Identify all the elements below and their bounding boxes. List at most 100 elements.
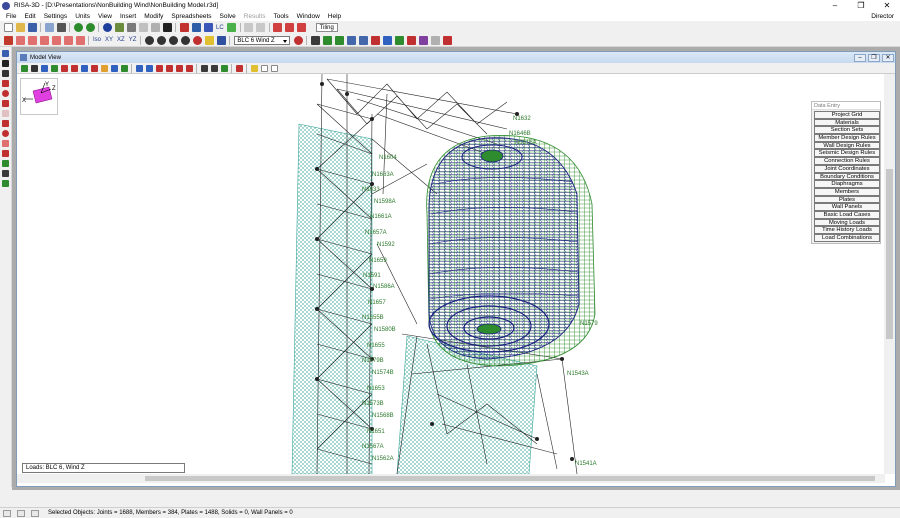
- zoom-out-icon[interactable]: [156, 35, 166, 45]
- model-icon[interactable]: [114, 23, 124, 32]
- member-view-icon[interactable]: [216, 35, 226, 45]
- status-button-1[interactable]: [3, 509, 11, 517]
- pencil-icon[interactable]: [430, 35, 440, 45]
- snap-icon[interactable]: [39, 35, 49, 45]
- data-entry-diaphragms[interactable]: Diaphragms: [814, 180, 880, 188]
- data-entry-joint-coordinates[interactable]: Joint Coordinates: [814, 164, 880, 173]
- open-file-icon[interactable]: [15, 23, 25, 32]
- child-minimize-button[interactable]: –: [854, 53, 866, 62]
- delete-icon[interactable]: [235, 64, 243, 72]
- draw-members-icon[interactable]: [30, 64, 38, 72]
- redraw-icon[interactable]: [3, 35, 13, 45]
- horizontal-scrollbar[interactable]: [17, 474, 885, 483]
- window-icon-2[interactable]: [256, 23, 266, 32]
- member-force-icon[interactable]: [310, 35, 320, 45]
- data-entry-materials[interactable]: Materials: [814, 118, 880, 127]
- menu-user-director[interactable]: Director: [867, 13, 900, 20]
- section-icon[interactable]: [2, 170, 9, 177]
- blank-view-icon[interactable]: [260, 64, 268, 72]
- distributed-load-icon[interactable]: [382, 35, 392, 45]
- draw-walls-icon[interactable]: [50, 64, 58, 72]
- copy-tool-icon[interactable]: [120, 64, 128, 72]
- status-button-2[interactable]: [17, 509, 25, 517]
- invert-select-icon[interactable]: [185, 64, 193, 72]
- menu-units[interactable]: Units: [71, 13, 94, 20]
- joint-load-icon[interactable]: [70, 64, 78, 72]
- view-xz-button[interactable]: XZ: [117, 37, 125, 43]
- data-entry-wall-panels[interactable]: Wall Panels: [814, 203, 880, 211]
- equals-icon[interactable]: [227, 23, 237, 32]
- data-entry-project-grid[interactable]: Project Grid: [814, 111, 880, 119]
- window-icon[interactable]: [244, 23, 254, 32]
- menu-view[interactable]: View: [94, 13, 116, 20]
- plate-icon[interactable]: [204, 35, 214, 45]
- diaphragm-icon[interactable]: [2, 180, 9, 187]
- report-icon-3[interactable]: [297, 23, 307, 32]
- menu-insert[interactable]: Insert: [116, 13, 140, 20]
- child-restore-button[interactable]: ❐: [868, 53, 880, 62]
- render-icon[interactable]: [75, 35, 85, 45]
- data-entry-boundary-conditions[interactable]: Boundary Conditions: [814, 172, 880, 181]
- zoom-full-icon[interactable]: [180, 35, 190, 45]
- save-selection-icon[interactable]: [220, 64, 228, 72]
- menu-help[interactable]: Help: [324, 13, 345, 20]
- member-left-icon[interactable]: [2, 100, 9, 107]
- status-button-3[interactable]: [31, 509, 39, 517]
- window-list-icon[interactable]: [2, 50, 9, 57]
- solve-icon[interactable]: [179, 23, 189, 32]
- zoom-in-icon[interactable]: [144, 35, 154, 45]
- clone-icon[interactable]: [15, 35, 25, 45]
- rotate-icon[interactable]: [27, 35, 37, 45]
- box-select-icon[interactable]: [155, 64, 163, 72]
- lc-icon[interactable]: [203, 23, 213, 32]
- wall-icon[interactable]: [2, 150, 9, 157]
- data-entry-seismic-design-rules[interactable]: Seismic Design Rules: [814, 149, 880, 158]
- move-icon[interactable]: [110, 64, 118, 72]
- boundary-left-icon[interactable]: [2, 90, 9, 97]
- select-icon[interactable]: [2, 70, 9, 77]
- report-icon[interactable]: [273, 23, 283, 32]
- plot-options-icon[interactable]: [250, 64, 258, 72]
- view-iso-button[interactable]: Iso: [93, 37, 101, 43]
- menu-edit[interactable]: Edit: [20, 13, 39, 20]
- lock-icon[interactable]: [210, 64, 218, 72]
- joint-icon[interactable]: [2, 80, 9, 87]
- moment-icon[interactable]: [358, 35, 368, 45]
- data-entry-time-history-loads[interactable]: Time History Loads: [814, 226, 880, 234]
- tiling-button[interactable]: Tiling: [315, 23, 338, 32]
- area-load-icon[interactable]: [394, 35, 404, 45]
- redo-icon[interactable]: [85, 23, 95, 32]
- load-combo-select[interactable]: BLC 6 Wind Z: [234, 35, 291, 45]
- data-entry-connection-rules[interactable]: Connection Rules: [814, 157, 880, 165]
- select-all-icon[interactable]: [135, 64, 143, 72]
- undo-icon[interactable]: [73, 23, 83, 32]
- draw-plates-icon[interactable]: [40, 64, 48, 72]
- child-close-button[interactable]: ✕: [882, 53, 894, 62]
- load-left-icon[interactable]: [2, 160, 9, 167]
- menu-file[interactable]: File: [2, 13, 20, 20]
- deflection-icon[interactable]: [293, 35, 303, 45]
- copy-icon[interactable]: [44, 23, 54, 32]
- member-icon[interactable]: [191, 23, 201, 32]
- flag-icon[interactable]: [442, 35, 452, 45]
- save-file-icon[interactable]: [27, 23, 37, 32]
- grid-icon[interactable]: [126, 23, 136, 32]
- arrow-load-icon[interactable]: [370, 35, 380, 45]
- menu-tools[interactable]: Tools: [269, 13, 292, 20]
- graphic-editing-icon[interactable]: [20, 64, 28, 72]
- data-entry-members[interactable]: Members: [814, 187, 880, 196]
- menu-modify[interactable]: Modify: [140, 13, 167, 20]
- globe-icon[interactable]: [102, 23, 112, 32]
- data-entry-plates[interactable]: Plates: [814, 195, 880, 204]
- data-entry-section-sets[interactable]: Section Sets: [814, 126, 880, 135]
- vertical-scroll-thumb[interactable]: [886, 169, 893, 339]
- spring-icon[interactable]: [322, 35, 332, 45]
- surface-load-icon[interactable]: [100, 64, 108, 72]
- menu-solve[interactable]: Solve: [216, 13, 240, 20]
- unselect-all-icon[interactable]: [145, 64, 153, 72]
- zoom-prev-icon[interactable]: [51, 35, 61, 45]
- camera-icon[interactable]: [2, 60, 9, 67]
- load-icon[interactable]: [346, 35, 356, 45]
- data-entry-moving-loads[interactable]: Moving Loads: [814, 218, 880, 227]
- table-icon[interactable]: [138, 23, 148, 32]
